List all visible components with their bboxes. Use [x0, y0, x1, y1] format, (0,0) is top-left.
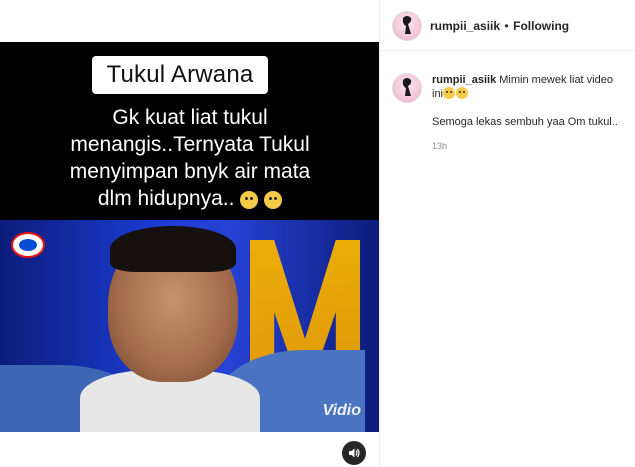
crying-face-emoji-icon	[264, 191, 283, 209]
comment-timestamp[interactable]: 13h	[432, 141, 628, 151]
overlay-caption: Gk kuat liat tukul menangis..Ternyata Tu…	[20, 104, 360, 212]
caption-line-2: menangis..Ternyata Tukul	[70, 133, 310, 156]
caption-area: Tukul Arwana Gk kuat liat tukul menangis…	[0, 42, 379, 220]
video-player[interactable]: Tukul Arwana Gk kuat liat tukul menangis…	[0, 42, 379, 432]
caption-line-3: menyimpan bnyk air mata	[69, 160, 311, 183]
comment-body: rumpii_asiik Mimin mewek liat video ini …	[432, 73, 628, 151]
comment-line-2: ini	[432, 88, 444, 100]
comment-line-1: Mimin mewek liat video	[499, 74, 613, 86]
person-hair	[110, 226, 236, 272]
crying-face-emoji-icon	[443, 87, 456, 99]
avatar[interactable]	[392, 73, 422, 103]
speaker-icon	[349, 448, 360, 458]
crying-face-emoji-icon	[240, 191, 259, 209]
channel-logo-icon	[11, 232, 45, 258]
post-info-panel: rumpii_asiik • Following rumpii_asiik Mi…	[379, 0, 635, 467]
caption-line-4-text: dlm hidupnya..	[97, 187, 235, 210]
post-header: rumpii_asiik • Following	[380, 0, 635, 51]
overlay-title: Tukul Arwana	[92, 56, 268, 94]
caption-line-4: dlm hidupnya..	[20, 185, 360, 212]
comment-username-link[interactable]: rumpii_asiik	[432, 74, 496, 86]
video-frame: Vidio	[0, 220, 379, 432]
watermark: Vidio	[322, 402, 361, 419]
comment-text: rumpii_asiik Mimin mewek liat video ini	[432, 73, 628, 101]
crying-face-emoji-icon	[456, 87, 469, 99]
header-user-line: rumpii_asiik • Following	[430, 17, 569, 35]
separator-dot: •	[504, 19, 509, 33]
caption-line-1: Gk kuat liat tukul	[112, 106, 268, 129]
profile-avatar-icon	[402, 16, 412, 34]
audio-toggle-button[interactable]	[342, 441, 366, 465]
post-media-panel: Tukul Arwana Gk kuat liat tukul menangis…	[0, 0, 379, 467]
avatar[interactable]	[392, 11, 422, 41]
username-link[interactable]: rumpii_asiik	[430, 19, 500, 33]
comment-line-3: Semoga lekas sembuh yaa Om tukul..	[432, 116, 618, 128]
profile-avatar-icon	[402, 78, 412, 96]
following-button[interactable]: Following	[513, 19, 569, 33]
